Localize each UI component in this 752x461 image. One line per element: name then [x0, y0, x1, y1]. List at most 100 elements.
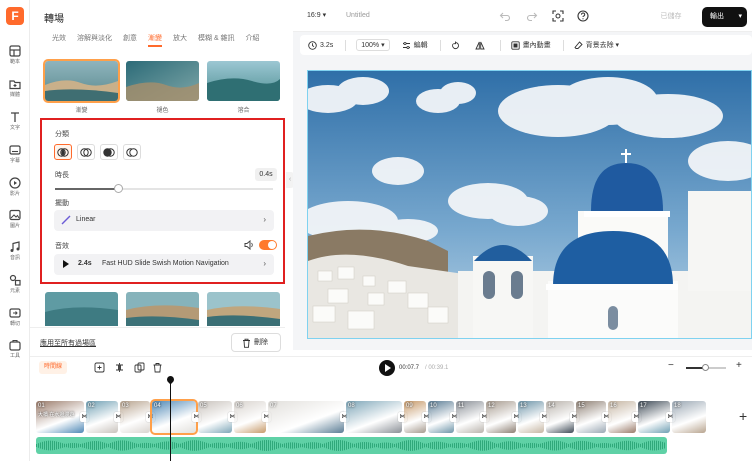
rail-image[interactable]: 圖片	[0, 208, 30, 229]
timeline-clip[interactable]: 18	[672, 401, 706, 433]
waveform-bar	[212, 443, 213, 448]
rail-tools[interactable]: 工具	[0, 338, 30, 359]
playhead[interactable]	[170, 377, 171, 461]
clip-number: 14	[548, 403, 555, 409]
apply-to-all-link[interactable]: 應用至所有過場區	[40, 338, 96, 348]
tab-creative[interactable]: 創意	[123, 33, 137, 43]
waveform-bar	[352, 443, 353, 448]
waveform-bar	[600, 443, 601, 448]
transition-thumbnail[interactable]	[126, 292, 199, 326]
rail-transition[interactable]: 轉切	[0, 306, 30, 327]
clip-duration-value: 3.2s	[320, 41, 334, 49]
clip-number: 01	[38, 403, 45, 409]
help-icon[interactable]	[577, 10, 589, 22]
waveform-bar	[360, 442, 361, 449]
undo-icon[interactable]	[499, 10, 511, 22]
tab-light[interactable]: 光效	[52, 33, 66, 43]
waveform-bar	[294, 442, 295, 449]
tab-blur-noise[interactable]: 模糊 & 雜訊	[198, 33, 235, 43]
waveform-bar	[396, 443, 397, 448]
aspect-ratio-select[interactable]: 16:9 ▾	[307, 11, 326, 19]
rail-video[interactable]: 影片	[0, 176, 30, 197]
tab-intro[interactable]: 介紹	[246, 33, 260, 43]
rail-text[interactable]: 文字	[0, 110, 30, 131]
audio-track[interactable]	[36, 437, 667, 454]
timeline-clip[interactable]: 04	[150, 399, 198, 435]
timeline-clip[interactable]: 07	[268, 401, 344, 433]
flip-button[interactable]	[474, 41, 488, 50]
speaker-icon[interactable]	[244, 240, 254, 250]
screenshot-icon[interactable]	[552, 10, 564, 22]
waveform-bar	[78, 443, 79, 448]
waveform-bar	[160, 442, 161, 449]
waveform-bar	[144, 442, 145, 449]
trim-button[interactable]: 編輯	[402, 40, 428, 50]
waveform-bar	[134, 442, 135, 449]
transition-thumbnail[interactable]	[43, 59, 120, 103]
rail-media[interactable]: 媒體	[0, 77, 30, 98]
waveform-bar	[520, 443, 521, 448]
easing-select[interactable]: Linear ›	[54, 210, 274, 231]
duplicate-icon[interactable]	[134, 362, 145, 373]
rail-elements[interactable]: 元素	[0, 273, 30, 294]
waveform-bar	[402, 441, 403, 450]
export-button[interactable]: 輸出 ▾	[702, 7, 747, 27]
transition-thumbnail[interactable]	[207, 292, 280, 326]
play-button[interactable]	[379, 360, 395, 376]
zoom-select[interactable]: 100% ▾	[356, 39, 390, 51]
transition-option[interactable]: 漸變	[43, 59, 120, 114]
waveform-bar	[204, 442, 205, 449]
timeline-clip[interactable]: 08	[346, 401, 402, 433]
timeline-clip[interactable]: 01 大橋 在水邊漫遊	[36, 401, 84, 433]
redo-icon[interactable]	[526, 10, 538, 22]
duration-slider-knob[interactable]	[114, 184, 124, 193]
app-logo: F	[6, 7, 24, 25]
waveform-bar	[320, 443, 321, 448]
category-option-2[interactable]	[77, 144, 95, 160]
split-icon[interactable]	[114, 362, 125, 373]
timeline-tab[interactable]: 時間線	[39, 361, 68, 374]
waveform-bar	[660, 441, 661, 450]
tab-dissolve[interactable]: 溶解與淡化	[77, 33, 112, 43]
delete-clip-icon[interactable]	[152, 362, 163, 373]
transition-option[interactable]: 褪色	[126, 61, 199, 114]
waveform-bar	[618, 442, 619, 449]
project-title[interactable]: Untitled	[346, 12, 370, 19]
video-preview[interactable]	[307, 70, 752, 339]
tab-zoom[interactable]: 放大	[173, 33, 187, 43]
category-option-3[interactable]	[100, 144, 118, 160]
rail-audio[interactable]: 音訊	[0, 240, 30, 261]
delete-button[interactable]: 刪除	[231, 333, 281, 352]
category-option-1[interactable]	[54, 144, 72, 160]
zoom-slider-knob[interactable]	[702, 364, 709, 371]
clip-duration[interactable]: 3.2s	[308, 40, 334, 50]
waveform-bar	[122, 440, 123, 451]
background-remove-button[interactable]: 背景去除 ▾	[574, 40, 619, 50]
waveform-bar	[538, 443, 539, 448]
play-icon[interactable]	[63, 260, 69, 268]
rotate-button[interactable]	[451, 41, 463, 50]
add-icon[interactable]	[94, 362, 105, 373]
transition-thumbnail[interactable]	[207, 61, 280, 101]
transition-thumbnail[interactable]	[45, 292, 118, 326]
timeline-toolbar: 時間線 00:07.7 / 00:39.1 − +	[30, 356, 752, 378]
waveform-bar	[74, 443, 75, 448]
sound-effect-select[interactable]: 2.4s Fast HUD Slide Swish Motion Navigat…	[54, 254, 274, 275]
timeline-ruler[interactable]	[30, 378, 752, 400]
duration-slider[interactable]	[55, 184, 273, 193]
add-clip-icon[interactable]: +	[739, 408, 747, 424]
tab-gradient[interactable]: 漸變	[148, 33, 162, 47]
timeline-clip[interactable]: 05	[198, 401, 232, 433]
waveform-bar	[42, 441, 43, 450]
sound-toggle[interactable]	[259, 240, 277, 250]
export-label: 輸出	[710, 13, 724, 20]
transition-option[interactable]: 溶合	[207, 61, 280, 114]
transition-thumbnail[interactable]	[126, 61, 199, 101]
motion-button[interactable]: 畫內動畫	[510, 40, 551, 50]
duration-value[interactable]: 0.4s	[255, 168, 277, 181]
rail-subtitle[interactable]: 字幕	[0, 143, 30, 164]
category-option-4[interactable]	[123, 144, 141, 160]
zoom-in-icon[interactable]: +	[736, 360, 742, 371]
zoom-out-icon[interactable]: −	[668, 360, 674, 371]
rail-template[interactable]: 範本	[0, 44, 30, 65]
